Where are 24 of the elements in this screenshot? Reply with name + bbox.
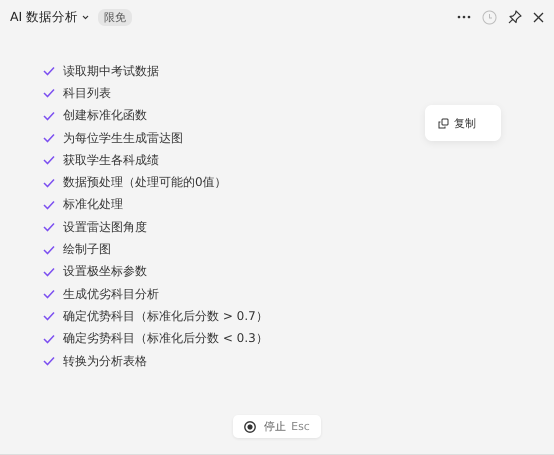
step-label: 转换为分析表格 [63,352,147,370]
step-label: 创建标准化函数 [63,107,147,124]
step-label: 读取期中考试数据 [63,62,159,80]
app-title[interactable]: AI 数据分析 [10,8,78,26]
step-label: 科目列表 [63,84,111,102]
free-badge: 限免 [98,8,132,26]
step-label: 设置雷达图角度 [63,218,147,236]
step-label: 设置极坐标参数 [63,263,147,280]
step-label: 绘制子图 [63,241,111,258]
step-label: 标准化处理 [63,196,123,214]
step-label: 为每位学生生成雷达图 [63,130,183,147]
step-label: 获取学生各科成绩 [63,152,159,169]
more-icon[interactable] [457,15,471,19]
stop-icon [244,420,256,432]
close-icon[interactable] [533,12,544,22]
step-label: 数据预处理（处理可能的0值） [63,174,227,192]
caret-icon[interactable] [82,14,90,20]
copy-icon [438,118,449,128]
step-label: 确定优势科目（标准化后分数 > 0.7） [63,308,268,325]
stop-button[interactable]: 停止 Esc [233,415,321,438]
step-label: 确定劣势科目（标准化后分数 < 0.3） [63,330,268,348]
pin-icon[interactable] [508,10,522,24]
step-label: 生成优劣科目分析 [63,286,159,303]
copy-menu-item[interactable]: 复制 [425,110,501,136]
